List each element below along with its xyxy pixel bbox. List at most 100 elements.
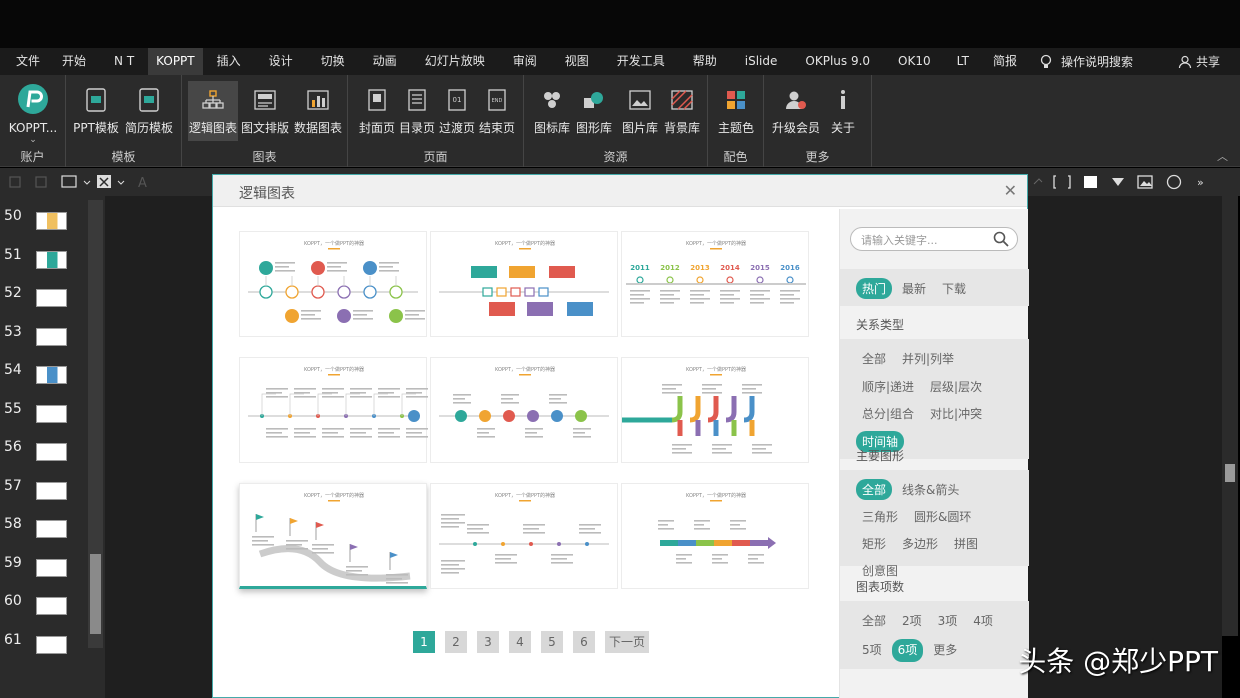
chart-template-card[interactable]: KOPPT，一个做PPT的神器 [239, 483, 427, 589]
vertical-scrollbar[interactable] [1222, 196, 1238, 636]
shape-option[interactable]: 拼图 [948, 533, 984, 554]
shape-option[interactable]: 三角形 [856, 506, 904, 527]
cover-page-button[interactable]: 封面页 [358, 81, 396, 141]
slide-thumbnail[interactable] [36, 327, 67, 346]
shape-option[interactable]: 线条&箭头 [896, 479, 965, 500]
tab-13[interactable]: iSlide [731, 48, 792, 75]
slide-thumbnail[interactable] [36, 597, 67, 615]
tab-8[interactable]: 幻灯片放映 [411, 48, 499, 75]
slide-thumb-row[interactable]: 57 [0, 478, 90, 514]
page-button[interactable]: 3 [477, 631, 499, 653]
tab-5[interactable]: 设计 [255, 48, 307, 75]
tell-me-search[interactable]: 操作说明搜索 [1039, 48, 1133, 75]
shape-option[interactable]: 矩形 [856, 533, 892, 554]
shape-option[interactable]: 多边形 [896, 533, 944, 554]
count-option[interactable]: 6项 [891, 639, 924, 662]
page-button[interactable]: 6 [573, 631, 595, 653]
count-option[interactable]: 全部 [856, 610, 892, 633]
count-option[interactable]: 3项 [932, 610, 964, 633]
slide-thumbnail[interactable] [36, 635, 67, 654]
slide-thumb-row[interactable]: 58 [0, 516, 90, 552]
search-input[interactable]: 请输入关键字... [850, 227, 1018, 251]
shape-option[interactable]: 全部 [856, 479, 893, 500]
next-page-button[interactable]: 下一页 [605, 631, 649, 653]
tab-1[interactable]: 开始 [48, 48, 100, 75]
slide-thumbnail[interactable] [36, 404, 67, 423]
close-icon[interactable]: ✕ [1004, 181, 1017, 200]
slide-thumbnail[interactable] [36, 558, 67, 577]
scrollbar-thumb[interactable] [90, 554, 101, 634]
slide-thumb-row[interactable]: 55 [0, 401, 90, 437]
slide-thumbnail[interactable] [36, 520, 67, 538]
page-button[interactable]: 1 [413, 631, 435, 653]
page-button[interactable]: 2 [445, 631, 467, 653]
slide-thumb-row[interactable]: 53 [0, 324, 90, 360]
chart-template-card[interactable]: KOPPT，一个做PPT的神器 [430, 357, 618, 463]
toc-page-button[interactable]: 目录页 [398, 81, 436, 141]
tab-12[interactable]: 帮助 [679, 48, 731, 75]
slide-thumbnail[interactable] [36, 443, 67, 461]
upgrade-member-button[interactable]: 升级会员 [770, 81, 822, 141]
chart-template-card[interactable]: KOPPT，一个做PPT的神器 2011 2012 2013 2014 2015 2016 [621, 231, 809, 337]
chart-template-card[interactable]: KOPPT，一个做PPT的神器 [239, 357, 428, 463]
tab-17[interactable]: 简报 [981, 48, 1029, 75]
slide-thumb-row[interactable]: 51 [0, 247, 90, 283]
tab-11[interactable]: 开发工具 [603, 48, 679, 75]
slide-thumbnail[interactable] [36, 366, 67, 384]
tab-15[interactable]: OK10 [884, 48, 945, 75]
tab-2[interactable]: N T [100, 48, 148, 75]
tab-14[interactable]: OKPlus 9.0 [791, 48, 884, 75]
slide-thumbnail[interactable] [36, 289, 67, 307]
chart-template-card[interactable]: KOPPT，一个做PPT的神器 [621, 357, 809, 463]
count-option[interactable]: 2项 [896, 610, 928, 633]
tab-7[interactable]: 动画 [359, 48, 411, 75]
count-option[interactable]: 4项 [967, 610, 999, 633]
chart-template-card[interactable]: KOPPT，一个做PPT的神器 [621, 483, 809, 589]
slide-thumb-row[interactable]: 60 [0, 593, 90, 629]
thumbnail-scrollbar[interactable] [88, 200, 103, 648]
relation-option[interactable]: 层级|层次 [924, 376, 988, 398]
tab-10[interactable]: 视图 [551, 48, 603, 75]
tab-16[interactable]: LT [945, 48, 981, 75]
shape-library-button[interactable]: 图形库 [574, 81, 614, 141]
slide-thumbnail[interactable] [36, 212, 67, 230]
sort-option[interactable]: 下载 [936, 278, 972, 299]
relation-option[interactable]: 对比|冲突 [924, 403, 988, 425]
graphic-layout-button[interactable]: 图文排版 [240, 81, 290, 141]
tab-6[interactable]: 切换 [307, 48, 359, 75]
sort-option[interactable]: 热门 [856, 278, 893, 299]
chart-template-card[interactable]: KOPPT，一个做PPT的神器 [430, 231, 618, 337]
relation-option[interactable]: 并列|列举 [896, 348, 960, 370]
end-page-button[interactable]: END 结束页 [478, 81, 516, 141]
tab-9[interactable]: 审阅 [499, 48, 551, 75]
count-option[interactable]: 5项 [856, 639, 888, 662]
slide-thumb-row[interactable]: 61 [0, 632, 90, 668]
transition-page-button[interactable]: 01 过渡页 [438, 81, 476, 141]
slide-thumbnail[interactable] [36, 481, 67, 500]
collapse-ribbon-icon[interactable]: ︿ [1217, 148, 1228, 164]
tab-3[interactable]: KOPPT [148, 48, 203, 75]
slide-thumb-row[interactable]: 56 [0, 439, 90, 475]
icon-library-button[interactable]: 图标库 [532, 81, 572, 141]
slide-thumb-row[interactable]: 52 [0, 285, 90, 321]
scrollbar-thumb[interactable] [1225, 464, 1235, 482]
relation-option[interactable]: 顺序|递进 [856, 376, 920, 398]
about-button[interactable]: 关于 [826, 81, 860, 141]
chart-template-card[interactable]: KOPPT，一个做PPT的神器 [430, 483, 618, 589]
image-library-button[interactable]: 图片库 [620, 81, 660, 141]
koppt-account-button[interactable]: KOPPT... ⌄ [6, 81, 60, 145]
logic-chart-button[interactable]: 逻辑图表 [188, 81, 238, 141]
chart-template-card[interactable]: KOPPT，一个做PPT的神器 [239, 231, 427, 337]
tab-0[interactable]: 文件 [8, 48, 48, 75]
relation-option[interactable]: 全部 [856, 348, 892, 370]
slide-thumb-row[interactable]: 59 [0, 555, 90, 591]
sort-option[interactable]: 最新 [896, 278, 932, 299]
slide-thumb-row[interactable]: 50 [0, 208, 90, 244]
resume-template-button[interactable]: 简历模板 [124, 81, 174, 141]
page-button[interactable]: 5 [541, 631, 563, 653]
slide-thumb-row[interactable]: 54 [0, 362, 90, 398]
page-button[interactable]: 4 [509, 631, 531, 653]
tab-4[interactable]: 插入 [203, 48, 255, 75]
shape-option[interactable]: 圆形&圆环 [908, 506, 977, 527]
search-icon[interactable] [993, 231, 1009, 247]
